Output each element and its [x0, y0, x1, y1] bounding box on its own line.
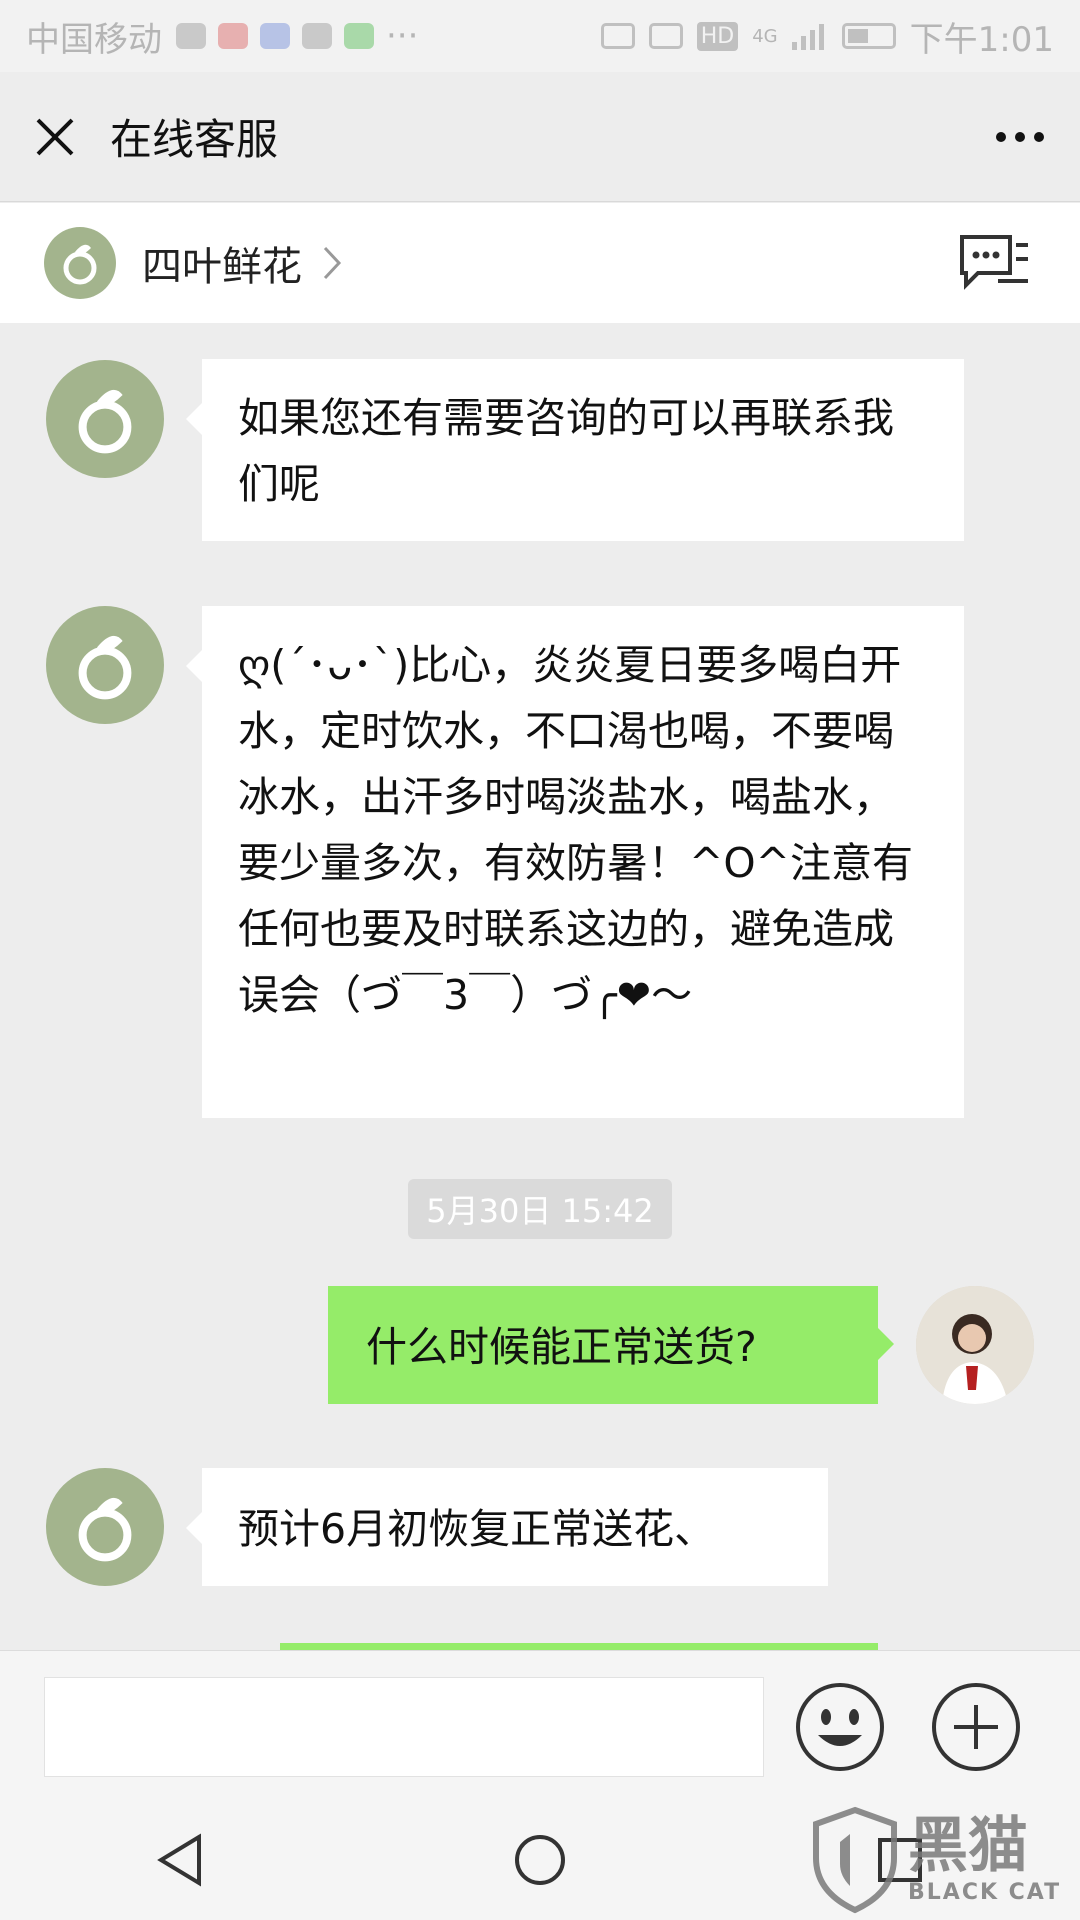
message-bubble[interactable]: ღ(´･ᴗ･`)比心，炎炎夏日要多喝白开水，定时饮水，不口渴也喝，不要喝冰水，出… [186, 606, 964, 1118]
chevron-right-icon [323, 246, 342, 280]
message-bubble[interactable]: 预计6月初恢复正常送花、 [186, 1468, 828, 1586]
plus-icon [932, 1683, 1020, 1771]
wechat-notification-icon [176, 23, 206, 49]
black-cat-shield-icon [813, 1806, 897, 1914]
message-input[interactable] [44, 1677, 764, 1777]
battery-icon [841, 23, 896, 49]
leaf-logo-icon [78, 389, 132, 454]
message-text: 预计6月初恢复正常送花、 [238, 1505, 716, 1553]
app-notification-icon-3 [344, 23, 374, 49]
partial-message-bubble[interactable] [280, 1643, 878, 1650]
close-button[interactable] [0, 72, 110, 202]
account-name: 四叶鲜花 [142, 244, 302, 290]
plus-button[interactable] [930, 1681, 1022, 1773]
message-bubble-self[interactable]: 什么时候能正常送货? [328, 1286, 894, 1404]
app-notification-icon [218, 23, 248, 49]
watermark: 黑猫 BLACK CAT [810, 1802, 1070, 1918]
input-bar [0, 1650, 1080, 1800]
watermark-cn: 黑猫 [908, 1811, 1028, 1881]
emoji-icon [796, 1683, 884, 1771]
hotspot-icon [600, 23, 635, 49]
status-bar: 中国移动 ··· HD 4G 下午1:01 [0, 0, 1080, 72]
message-text: ღ(´･ᴗ･`)比心，炎炎夏日要多喝白开水，定时饮水，不口渴也喝，不要喝冰水，出… [238, 641, 913, 1019]
carrier-name: 中国移动 [26, 19, 162, 60]
notification-icons: ··· [176, 16, 418, 56]
service-avatar[interactable] [46, 606, 164, 724]
account-chevron [322, 245, 342, 281]
message-text: 什么时候能正常送货? [366, 1323, 757, 1371]
message-text: 如果您还有需要咨询的可以再联系我们呢 [238, 394, 894, 508]
back-triangle-icon [157, 1833, 201, 1887]
emoji-button[interactable] [794, 1681, 886, 1773]
network-type: 4G [752, 25, 778, 47]
close-icon [36, 118, 74, 155]
message-list-icon [960, 235, 1028, 290]
signal-icon [791, 24, 824, 50]
user-avatar[interactable] [916, 1286, 1034, 1404]
vibrate-icon [648, 23, 683, 49]
hd-label: HD [696, 21, 739, 51]
leaf-logo-icon [78, 635, 132, 700]
page-title: 在线客服 [110, 115, 279, 164]
chat-messages[interactable]: 如果您还有需要咨询的可以再联系我们呢 ღ(´･ᴗ･`)比心，炎炎夏日要多喝白开水… [0, 323, 1080, 1650]
app-notification-icon-2 [260, 23, 290, 49]
leaf-logo-icon [63, 244, 97, 285]
clock: 下午1:01 [909, 19, 1054, 60]
message-timestamp: 5月30日 15:42 [408, 1179, 672, 1239]
title-bar: 在线客服 [0, 72, 1080, 202]
chat-notification-icon [302, 23, 332, 49]
more-button[interactable] [960, 72, 1080, 202]
service-avatar[interactable] [46, 360, 164, 478]
user-photo [916, 1286, 1034, 1404]
message-bubble[interactable]: 如果您还有需要咨询的可以再联系我们呢 [186, 359, 964, 541]
leaf-logo-icon [78, 1497, 132, 1562]
account-bar[interactable]: 四叶鲜花 [0, 203, 1080, 323]
back-button[interactable] [135, 1815, 225, 1905]
watermark-en: BLACK CAT [908, 1880, 1062, 1905]
account-avatar [44, 227, 116, 299]
home-button[interactable] [495, 1815, 585, 1905]
home-circle-icon [515, 1835, 565, 1885]
more-notifications-icon: ··· [386, 16, 419, 56]
message-list-button[interactable] [958, 233, 1030, 293]
more-dots-icon [996, 131, 1044, 142]
service-avatar[interactable] [46, 1468, 164, 1586]
